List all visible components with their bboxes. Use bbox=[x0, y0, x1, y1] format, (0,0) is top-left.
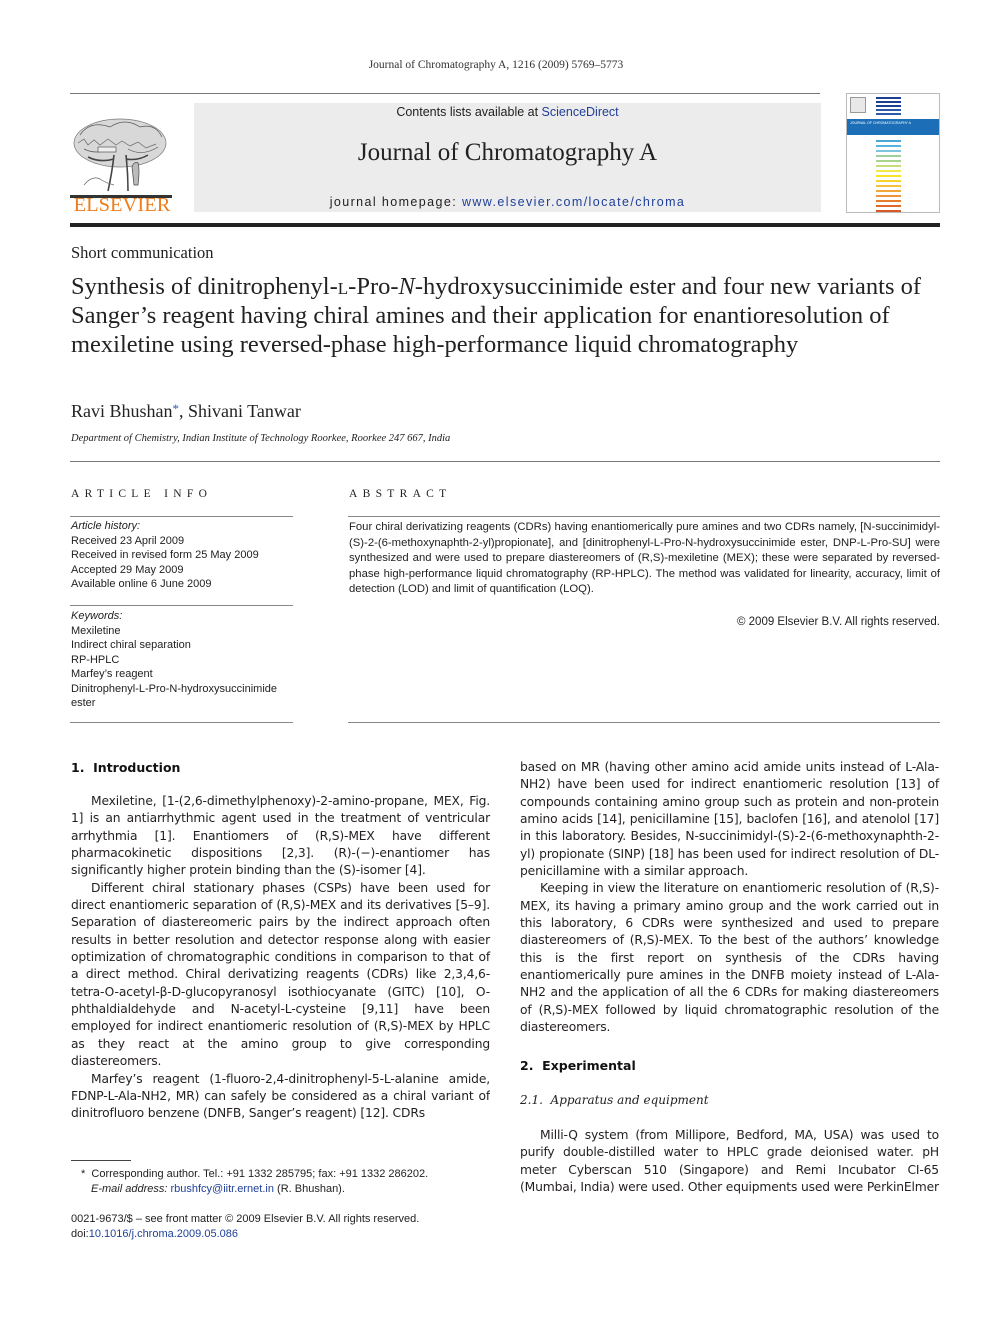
email-label: E-mail address: bbox=[91, 1183, 168, 1195]
cover-title: JOURNAL OF CHROMATOGRAPHY A bbox=[850, 121, 911, 125]
author-separator: , bbox=[179, 401, 188, 421]
email-suffix: (R. Bhushan). bbox=[273, 1183, 345, 1195]
homepage-line: journal homepage: www.elsevier.com/locat… bbox=[194, 195, 821, 209]
body-paragraph: Marfey’s reagent (1-fluoro-2,4-dinitroph… bbox=[71, 1071, 490, 1121]
body-column-right: based on MR (having other amino acid ami… bbox=[520, 759, 939, 1037]
divider bbox=[348, 516, 940, 517]
journal-name: Journal of Chromatography A bbox=[357, 139, 658, 166]
history-item: Available online 6 June 2009 bbox=[71, 578, 212, 590]
corresponding-author-footnote: * Corresponding author. Tel.: +91 1332 2… bbox=[71, 1167, 511, 1197]
section-rule bbox=[70, 461, 940, 462]
body-column-left: Mexiletine, [1-(2,6-dimethylphenoxy)-2-a… bbox=[71, 793, 490, 1123]
keywords: Keywords: Mexiletine Indirect chiral sep… bbox=[71, 609, 296, 711]
cover-publisher-mark bbox=[914, 198, 936, 206]
body-paragraph: Mexiletine, [1-(2,6-dimethylphenoxy)-2-a… bbox=[71, 794, 490, 878]
cover-stripe bbox=[876, 210, 901, 212]
body-paragraph: Keeping in view the literature on enanti… bbox=[520, 881, 939, 1035]
footnote-rule bbox=[71, 1160, 131, 1161]
abstract-copyright: © 2009 Elsevier B.V. All rights reserved… bbox=[736, 616, 940, 628]
history-item: Received 23 April 2009 bbox=[71, 534, 185, 547]
abstract-heading: ABSTRACT bbox=[349, 488, 452, 500]
cover-stripe bbox=[876, 109, 901, 111]
cover-stripe bbox=[876, 175, 901, 177]
doi-link[interactable]: 10.1016/j.chroma.2009.05.086 bbox=[89, 1228, 238, 1240]
cover-stripe bbox=[876, 140, 901, 142]
body-column-right-lower: Milli-Q system (from Millipore, Bedford,… bbox=[520, 1127, 939, 1196]
abstract-text: Four chiral derivatizing reagents (CDRs)… bbox=[349, 521, 940, 596]
author-name[interactable]: Ravi Bhushan bbox=[71, 401, 173, 421]
keywords-label: Keywords: bbox=[71, 610, 123, 622]
journal-cover-thumbnail[interactable]: JOURNAL OF CHROMATOGRAPHY A bbox=[846, 93, 940, 213]
running-head: Journal of Chromatography A, 1216 (2009)… bbox=[368, 59, 624, 71]
cover-stripe bbox=[876, 150, 901, 152]
history-label: Article history: bbox=[71, 520, 141, 532]
cover-stripe bbox=[876, 97, 901, 99]
divider bbox=[70, 605, 293, 606]
doi-prefix: doi: bbox=[71, 1228, 89, 1240]
journal-masthead: Contents lists available at ScienceDirec… bbox=[194, 103, 821, 212]
cover-title-band: JOURNAL OF CHROMATOGRAPHY A bbox=[847, 119, 939, 135]
author-email-link[interactable]: rbushfcy@iitr.ernet.in bbox=[170, 1183, 274, 1195]
contents-line: Contents lists available at ScienceDirec… bbox=[194, 105, 821, 119]
title-part: Synthesis of dinitrophenyl- bbox=[71, 273, 338, 300]
divider bbox=[70, 722, 293, 723]
sciencedirect-link[interactable]: ScienceDirect bbox=[542, 105, 619, 119]
cover-stripe bbox=[876, 180, 901, 182]
section-heading-introduction: 1. Introduction bbox=[71, 760, 181, 775]
cover-stripe bbox=[876, 205, 901, 207]
article-title: Synthesis of dinitrophenyl-l-Pro-N-hydro… bbox=[71, 272, 941, 359]
author-name[interactable]: Shivani Tanwar bbox=[188, 401, 301, 421]
author-list: Ravi Bhushan*, Shivani Tanwar bbox=[71, 401, 301, 422]
body-paragraph-continued: based on MR (having other amino acid ami… bbox=[520, 760, 939, 879]
cover-stripe bbox=[876, 105, 901, 107]
cover-stripe bbox=[876, 145, 901, 147]
keyword: Dinitrophenyl-L-Pro-N-hydroxysuccinimide… bbox=[71, 682, 278, 710]
cover-stripe bbox=[876, 160, 901, 162]
cover-stripe bbox=[876, 185, 901, 187]
publisher-logo-text: ELSEVIER bbox=[73, 194, 171, 216]
contents-prefix: Contents lists available at bbox=[396, 105, 542, 119]
journal-homepage-link[interactable]: www.elsevier.com/locate/chroma bbox=[462, 195, 685, 209]
cover-emblem-icon bbox=[850, 97, 866, 113]
cover-stripe bbox=[876, 190, 901, 192]
divider bbox=[70, 516, 293, 517]
footnote-text: Corresponding author. Tel.: +91 1332 285… bbox=[91, 1168, 429, 1180]
footnote-mark: * bbox=[81, 1168, 86, 1180]
issn-line: 0021-9673/$ – see front matter © 2009 El… bbox=[71, 1213, 420, 1225]
keyword: Mexiletine bbox=[71, 624, 121, 637]
subsection-heading-apparatus: 2.1. Apparatus and equipment bbox=[520, 1093, 709, 1107]
keyword: Marfey’s reagent bbox=[71, 668, 153, 680]
body-paragraph: Milli-Q system (from Millipore, Bedford,… bbox=[520, 1128, 939, 1195]
title-part: N bbox=[398, 273, 415, 300]
history-item: Accepted 29 May 2009 bbox=[71, 563, 184, 576]
keyword: Indirect chiral separation bbox=[71, 639, 191, 651]
homepage-prefix: journal homepage: bbox=[329, 195, 462, 209]
keyword: RP-HPLC bbox=[71, 653, 120, 666]
cover-stripe bbox=[876, 165, 901, 167]
body-paragraph: Different chiral stationary phases (CSPs… bbox=[71, 880, 490, 1069]
title-part: -Pro- bbox=[348, 273, 399, 300]
title-part: l bbox=[337, 273, 349, 300]
cover-stripe bbox=[876, 195, 901, 197]
cover-stripe bbox=[876, 155, 901, 157]
masthead-thick-rule bbox=[70, 223, 940, 227]
article-type: Short communication bbox=[71, 243, 214, 262]
header-rule bbox=[70, 93, 820, 94]
cover-stripe bbox=[876, 101, 901, 103]
affiliation: Department of Chemistry, Indian Institut… bbox=[71, 433, 451, 444]
article-history: Article history: Received 23 April 2009 … bbox=[71, 519, 296, 592]
section-heading-experimental: 2. Experimental bbox=[520, 1058, 636, 1073]
divider bbox=[348, 722, 940, 723]
article-info-heading: ARTICLE INFO bbox=[71, 488, 213, 500]
history-item: Received in revised form 25 May 2009 bbox=[71, 549, 259, 561]
cover-stripe bbox=[876, 200, 901, 202]
front-matter: 0021-9673/$ – see front matter © 2009 El… bbox=[71, 1212, 511, 1242]
cover-stripe bbox=[876, 113, 901, 115]
cover-stripe bbox=[876, 170, 901, 172]
